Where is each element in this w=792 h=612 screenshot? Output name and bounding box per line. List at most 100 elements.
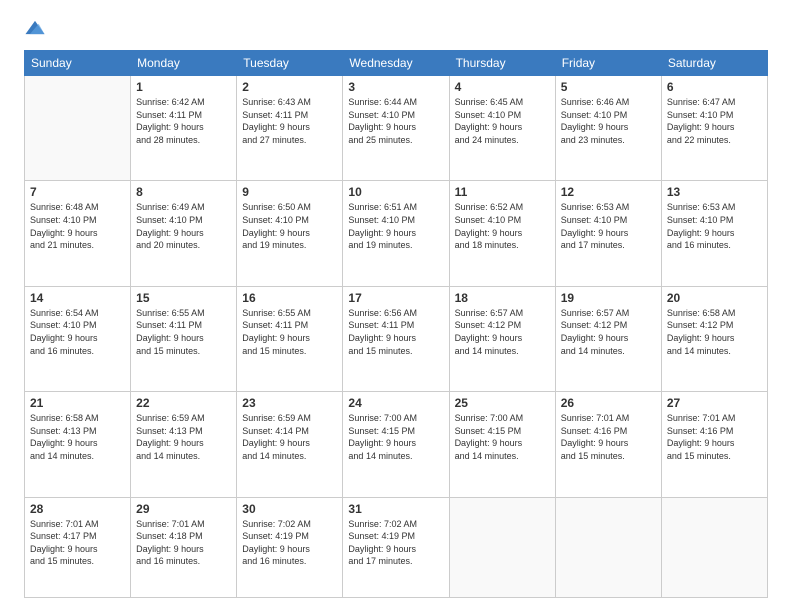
calendar-cell: 23 Sunrise: 6:59 AM Sunset: 4:14 PM Dayli… [237, 392, 343, 497]
calendar-cell: 5 Sunrise: 6:46 AM Sunset: 4:10 PM Daylig… [555, 76, 661, 181]
calendar-header-wednesday: Wednesday [343, 51, 449, 76]
day-info: Sunrise: 6:48 AM Sunset: 4:10 PM Dayligh… [30, 201, 125, 251]
day-number: 26 [561, 396, 656, 410]
calendar-cell: 12 Sunrise: 6:53 AM Sunset: 4:10 PM Dayli… [555, 181, 661, 286]
day-info: Sunrise: 7:00 AM Sunset: 4:15 PM Dayligh… [455, 412, 550, 462]
day-number: 19 [561, 291, 656, 305]
day-info: Sunrise: 6:52 AM Sunset: 4:10 PM Dayligh… [455, 201, 550, 251]
day-number: 4 [455, 80, 550, 94]
day-info: Sunrise: 7:01 AM Sunset: 4:18 PM Dayligh… [136, 518, 231, 568]
day-number: 8 [136, 185, 231, 199]
calendar-cell: 14Sunrise: 6:54 AM Sunset: 4:10 PM Dayli… [25, 286, 131, 391]
day-number: 20 [667, 291, 762, 305]
calendar-cell [555, 497, 661, 597]
day-number: 3 [348, 80, 443, 94]
calendar-cell: 19 Sunrise: 6:57 AM Sunset: 4:12 PM Dayli… [555, 286, 661, 391]
calendar-cell: 26 Sunrise: 7:01 AM Sunset: 4:16 PM Dayli… [555, 392, 661, 497]
calendar-cell: 11 Sunrise: 6:52 AM Sunset: 4:10 PM Dayli… [449, 181, 555, 286]
day-info: Sunrise: 7:02 AM Sunset: 4:19 PM Dayligh… [348, 518, 443, 568]
day-info: Sunrise: 7:01 AM Sunset: 4:16 PM Dayligh… [561, 412, 656, 462]
calendar-cell [25, 76, 131, 181]
calendar-cell: 21 Sunrise: 6:58 AM Sunset: 4:13 PM Dayli… [25, 392, 131, 497]
day-number: 5 [561, 80, 656, 94]
calendar-cell: 1Sunrise: 6:42 AM Sunset: 4:11 PM Daylig… [131, 76, 237, 181]
calendar-cell: 15Sunrise: 6:55 AM Sunset: 4:11 PM Dayli… [131, 286, 237, 391]
day-info: Sunrise: 6:43 AM Sunset: 4:11 PM Dayligh… [242, 96, 337, 146]
day-number: 12 [561, 185, 656, 199]
calendar-cell: 10 Sunrise: 6:51 AM Sunset: 4:10 PM Dayli… [343, 181, 449, 286]
calendar-cell: 25 Sunrise: 7:00 AM Sunset: 4:15 PM Dayli… [449, 392, 555, 497]
calendar-cell: 20 Sunrise: 6:58 AM Sunset: 4:12 PM Dayli… [661, 286, 767, 391]
day-number: 25 [455, 396, 550, 410]
calendar-table: SundayMondayTuesdayWednesdayThursdayFrid… [24, 50, 768, 598]
day-info: Sunrise: 6:58 AM Sunset: 4:12 PM Dayligh… [667, 307, 762, 357]
day-info: Sunrise: 7:02 AM Sunset: 4:19 PM Dayligh… [242, 518, 337, 568]
day-info: Sunrise: 6:50 AM Sunset: 4:10 PM Dayligh… [242, 201, 337, 251]
day-number: 24 [348, 396, 443, 410]
day-number: 7 [30, 185, 125, 199]
calendar-cell: 4 Sunrise: 6:45 AM Sunset: 4:10 PM Daylig… [449, 76, 555, 181]
calendar-cell: 16 Sunrise: 6:55 AM Sunset: 4:11 PM Dayli… [237, 286, 343, 391]
day-info: Sunrise: 6:45 AM Sunset: 4:10 PM Dayligh… [455, 96, 550, 146]
calendar-header-sunday: Sunday [25, 51, 131, 76]
day-number: 13 [667, 185, 762, 199]
calendar-cell: 27Sunrise: 7:01 AM Sunset: 4:16 PM Dayli… [661, 392, 767, 497]
header [24, 18, 768, 40]
day-info: Sunrise: 6:59 AM Sunset: 4:14 PM Dayligh… [242, 412, 337, 462]
day-info: Sunrise: 7:00 AM Sunset: 4:15 PM Dayligh… [348, 412, 443, 462]
logo [24, 18, 50, 40]
calendar-cell: 18 Sunrise: 6:57 AM Sunset: 4:12 PM Dayli… [449, 286, 555, 391]
calendar-week-3: 14Sunrise: 6:54 AM Sunset: 4:10 PM Dayli… [25, 286, 768, 391]
calendar-header-tuesday: Tuesday [237, 51, 343, 76]
day-info: Sunrise: 6:58 AM Sunset: 4:13 PM Dayligh… [30, 412, 125, 462]
calendar-cell [449, 497, 555, 597]
calendar-week-1: 1Sunrise: 6:42 AM Sunset: 4:11 PM Daylig… [25, 76, 768, 181]
day-number: 23 [242, 396, 337, 410]
calendar-cell: 30 Sunrise: 7:02 AM Sunset: 4:19 PM Dayli… [237, 497, 343, 597]
logo-icon [24, 18, 46, 40]
day-number: 31 [348, 502, 443, 516]
calendar-cell: 9 Sunrise: 6:50 AM Sunset: 4:10 PM Daylig… [237, 181, 343, 286]
calendar-cell: 6 Sunrise: 6:47 AM Sunset: 4:10 PM Daylig… [661, 76, 767, 181]
calendar-cell: 2 Sunrise: 6:43 AM Sunset: 4:11 PM Daylig… [237, 76, 343, 181]
day-number: 21 [30, 396, 125, 410]
day-number: 10 [348, 185, 443, 199]
day-info: Sunrise: 6:56 AM Sunset: 4:11 PM Dayligh… [348, 307, 443, 357]
day-number: 30 [242, 502, 337, 516]
calendar-cell: 22Sunrise: 6:59 AM Sunset: 4:13 PM Dayli… [131, 392, 237, 497]
day-info: Sunrise: 6:51 AM Sunset: 4:10 PM Dayligh… [348, 201, 443, 251]
calendar-header-row: SundayMondayTuesdayWednesdayThursdayFrid… [25, 51, 768, 76]
day-info: Sunrise: 6:55 AM Sunset: 4:11 PM Dayligh… [136, 307, 231, 357]
day-number: 11 [455, 185, 550, 199]
day-info: Sunrise: 6:47 AM Sunset: 4:10 PM Dayligh… [667, 96, 762, 146]
calendar-header-monday: Monday [131, 51, 237, 76]
day-number: 29 [136, 502, 231, 516]
day-number: 17 [348, 291, 443, 305]
day-info: Sunrise: 6:54 AM Sunset: 4:10 PM Dayligh… [30, 307, 125, 357]
day-number: 18 [455, 291, 550, 305]
calendar-header-friday: Friday [555, 51, 661, 76]
calendar-header-thursday: Thursday [449, 51, 555, 76]
day-number: 16 [242, 291, 337, 305]
calendar-cell: 28Sunrise: 7:01 AM Sunset: 4:17 PM Dayli… [25, 497, 131, 597]
calendar-cell: 3Sunrise: 6:44 AM Sunset: 4:10 PM Daylig… [343, 76, 449, 181]
day-info: Sunrise: 6:57 AM Sunset: 4:12 PM Dayligh… [561, 307, 656, 357]
day-number: 27 [667, 396, 762, 410]
calendar-header-saturday: Saturday [661, 51, 767, 76]
calendar-cell [661, 497, 767, 597]
calendar-cell: 17 Sunrise: 6:56 AM Sunset: 4:11 PM Dayli… [343, 286, 449, 391]
day-number: 6 [667, 80, 762, 94]
day-info: Sunrise: 6:42 AM Sunset: 4:11 PM Dayligh… [136, 96, 231, 146]
calendar-week-5: 28Sunrise: 7:01 AM Sunset: 4:17 PM Dayli… [25, 497, 768, 597]
day-info: Sunrise: 6:55 AM Sunset: 4:11 PM Dayligh… [242, 307, 337, 357]
day-info: Sunrise: 6:53 AM Sunset: 4:10 PM Dayligh… [561, 201, 656, 251]
day-number: 2 [242, 80, 337, 94]
day-info: Sunrise: 6:49 AM Sunset: 4:10 PM Dayligh… [136, 201, 231, 251]
day-info: Sunrise: 6:46 AM Sunset: 4:10 PM Dayligh… [561, 96, 656, 146]
calendar-cell: 13Sunrise: 6:53 AM Sunset: 4:10 PM Dayli… [661, 181, 767, 286]
calendar-cell: 24 Sunrise: 7:00 AM Sunset: 4:15 PM Dayli… [343, 392, 449, 497]
calendar-cell: 31 Sunrise: 7:02 AM Sunset: 4:19 PM Dayli… [343, 497, 449, 597]
day-number: 9 [242, 185, 337, 199]
day-info: Sunrise: 6:57 AM Sunset: 4:12 PM Dayligh… [455, 307, 550, 357]
day-info: Sunrise: 6:59 AM Sunset: 4:13 PM Dayligh… [136, 412, 231, 462]
